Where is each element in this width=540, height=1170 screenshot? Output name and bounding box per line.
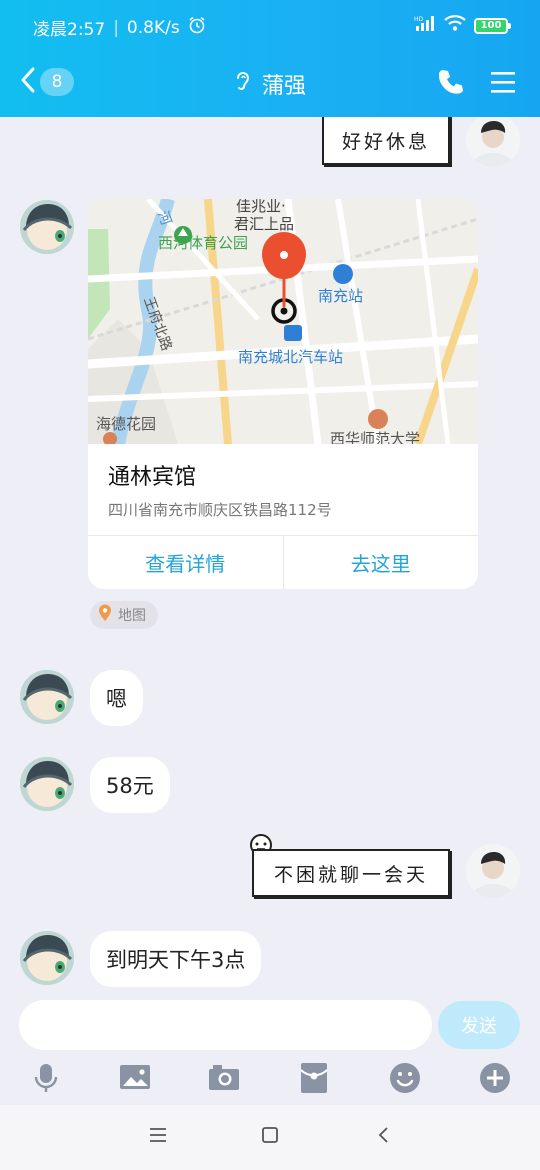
wifi-icon <box>444 14 466 37</box>
message-list[interactable]: 好好休息 西河体育公园 佳兆业· 君汇上品 南充站 南充城北汽车站 海德花园 西… <box>0 117 540 990</box>
input-toolbar <box>0 1060 540 1100</box>
contact-name: 蒲强 <box>261 74 306 99</box>
system-navigation-bar <box>0 1105 540 1170</box>
input-bar: 发送 <box>0 990 540 1105</box>
chat-header: 8 蒲强 <box>0 52 540 117</box>
microphone-icon[interactable] <box>33 1062 59 1098</box>
go-here-button[interactable]: 去这里 <box>282 536 479 589</box>
sticker-message[interactable]: 不困就聊一会天 <box>252 849 450 897</box>
map-label-park: 西河体育公园 <box>158 234 248 252</box>
map-tag-label: 地图 <box>118 608 146 624</box>
battery-icon: 100 <box>474 17 511 34</box>
home-square-icon[interactable] <box>260 1125 280 1149</box>
red-packet-icon[interactable] <box>300 1062 328 1098</box>
message-text: 到明天下午3点 <box>106 948 246 972</box>
map-preview[interactable]: 西河体育公园 佳兆业· 君汇上品 南充站 南充城北汽车站 海德花园 西华师范大学… <box>88 199 478 449</box>
location-actions: 查看详情 去这里 <box>88 535 478 589</box>
emoji-icon[interactable] <box>389 1062 421 1098</box>
message-bubble[interactable]: 到明天下午3点 <box>90 931 262 987</box>
signal-icon: HD <box>414 14 436 37</box>
message-text: 嗯 <box>106 687 127 711</box>
message-text: 58元 <box>106 774 154 798</box>
plus-icon[interactable] <box>479 1062 511 1098</box>
contact-avatar[interactable] <box>20 931 74 985</box>
ear-icon[interactable] <box>234 68 252 100</box>
my-avatar[interactable] <box>466 117 520 167</box>
top-bar: 凌晨2:57 | 0.8K/s HD 100 8 蒲强 <box>0 0 540 117</box>
view-details-button[interactable]: 查看详情 <box>88 536 283 589</box>
message-bubble[interactable]: 嗯 <box>90 670 143 726</box>
map-label-place: 君汇上品 <box>234 215 294 233</box>
recents-menu-icon[interactable] <box>148 1125 168 1149</box>
map-label-station: 南充站 <box>318 287 363 305</box>
send-button[interactable]: 发送 <box>438 1001 520 1049</box>
location-card[interactable]: 西河体育公园 佳兆业· 君汇上品 南充站 南充城北汽车站 海德花园 西华师范大学… <box>88 199 478 589</box>
map-label-university: 西华师范大学 <box>330 430 420 444</box>
back-triangle-icon[interactable] <box>374 1125 394 1149</box>
message-input[interactable] <box>19 1000 432 1050</box>
location-name: 通林宾馆 <box>108 465 197 490</box>
map-source-tag[interactable]: 地图 <box>90 601 158 629</box>
alarm-icon <box>188 16 206 39</box>
sticker-text: 好好休息 <box>341 130 430 153</box>
svg-text:HD: HD <box>414 16 424 23</box>
my-avatar[interactable] <box>466 844 520 898</box>
message-bubble[interactable]: 58元 <box>90 757 170 813</box>
status-separator: | <box>113 17 119 38</box>
contact-avatar[interactable] <box>20 670 74 724</box>
contact-avatar[interactable] <box>20 757 74 811</box>
location-pin-icon <box>98 604 112 626</box>
camera-icon[interactable] <box>208 1062 240 1096</box>
map-label-street: 佳兆业· <box>236 199 286 215</box>
menu-icon[interactable] <box>490 68 516 100</box>
sticker-text: 不困就聊一会天 <box>273 863 428 886</box>
image-icon[interactable] <box>119 1062 151 1096</box>
location-address: 四川省南充市顺庆区铁昌路112号 <box>108 501 332 519</box>
status-bar: 凌晨2:57 | 0.8K/s HD 100 <box>0 0 540 52</box>
status-time: 凌晨2:57 <box>33 20 106 40</box>
map-label-garden: 海德花园 <box>96 415 156 433</box>
network-speed: 0.8K/s <box>126 17 180 38</box>
contact-avatar[interactable] <box>20 200 74 254</box>
map-label-bus-station: 南充城北汽车站 <box>238 348 343 366</box>
phone-icon[interactable] <box>438 68 464 100</box>
sticker-message[interactable]: 好好休息 <box>322 117 450 165</box>
